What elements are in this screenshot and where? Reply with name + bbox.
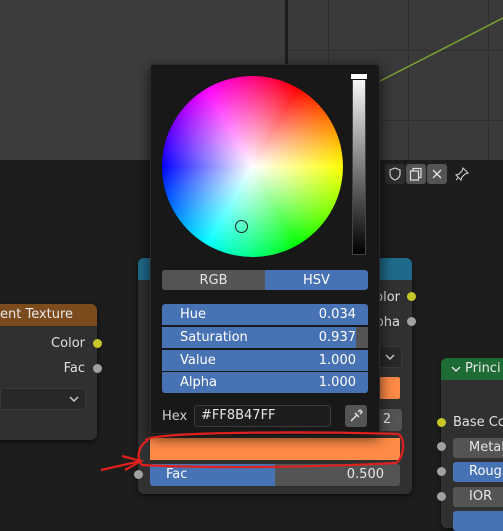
node-title: Princi [465,361,501,376]
saturation-value: 0.937 [318,330,356,345]
roughness-input-socket[interactable] [437,467,446,476]
alpha-output-socket[interactable] [407,317,416,326]
copy-icon[interactable] [406,164,426,184]
hue-label: Hue [180,307,207,322]
principled-bsdf-node[interactable]: Princi Base Co Metal Rough IOR [441,358,503,531]
chevron-down-icon [385,354,395,360]
ior-input-socket[interactable] [437,492,446,501]
tab-rgb[interactable]: RGB [162,270,265,290]
input-base-color-label: Base Co [453,415,503,430]
value-slider-handle[interactable] [350,73,368,80]
hue-value: 0.034 [318,307,356,322]
tab-hsv[interactable]: HSV [265,270,368,290]
saturation-label: Saturation [180,330,248,345]
next-field[interactable] [453,511,503,531]
color-output-socket[interactable] [93,339,102,348]
output-color-label: Color [51,336,85,351]
color-wheel-cursor[interactable] [235,220,249,234]
color-swatch[interactable] [150,438,400,460]
node-editor-header [360,163,503,185]
hue-field[interactable]: Hue 0.034 [162,304,368,325]
ior-field[interactable]: IOR [453,487,503,507]
node-title: ent Texture [0,304,97,326]
metallic-input-socket[interactable] [437,442,446,451]
image-texture-node[interactable]: ent Texture Color Fac [0,304,97,440]
value-label: Value [180,353,216,368]
color-output-socket[interactable] [407,292,416,301]
value-slider[interactable] [352,74,366,255]
roughness-field[interactable]: Rough [453,462,503,482]
close-icon[interactable] [427,164,447,184]
hex-label: Hex [162,409,188,424]
base-color-input-socket[interactable] [437,418,446,427]
value-field[interactable]: Value 1.000 [162,350,368,371]
alpha-field[interactable]: Alpha 1.000 [162,372,368,393]
node-header: Princi [441,358,503,380]
saturation-field[interactable]: Saturation 0.937 [162,327,368,348]
fac-slider[interactable]: Fac 0.500 [150,464,400,486]
alpha-value: 1.000 [318,375,356,390]
fac-label: Fac [166,467,188,482]
source-dropdown[interactable] [0,388,86,410]
metallic-field[interactable]: Metal [453,438,503,458]
hex-input[interactable]: #FF8B47FF [194,405,331,427]
alpha-label: Alpha [180,375,217,390]
pin-icon[interactable] [452,164,472,184]
chevron-down-icon[interactable] [451,365,461,373]
eyedropper-icon [350,409,363,422]
output-fac-label: Fac [63,361,85,376]
fac-value: 0.500 [346,467,384,482]
color-wheel[interactable] [162,76,343,257]
eyedropper-button[interactable] [345,405,367,427]
fac-output-socket[interactable] [93,364,102,373]
fac-input-socket[interactable] [134,470,143,479]
chevron-down-icon [69,396,79,402]
value-value: 1.000 [318,353,356,368]
shield-icon[interactable] [385,164,405,184]
color-picker-popup: RGB HSV Hue 0.034 Saturation 0.937 Value… [150,64,380,434]
